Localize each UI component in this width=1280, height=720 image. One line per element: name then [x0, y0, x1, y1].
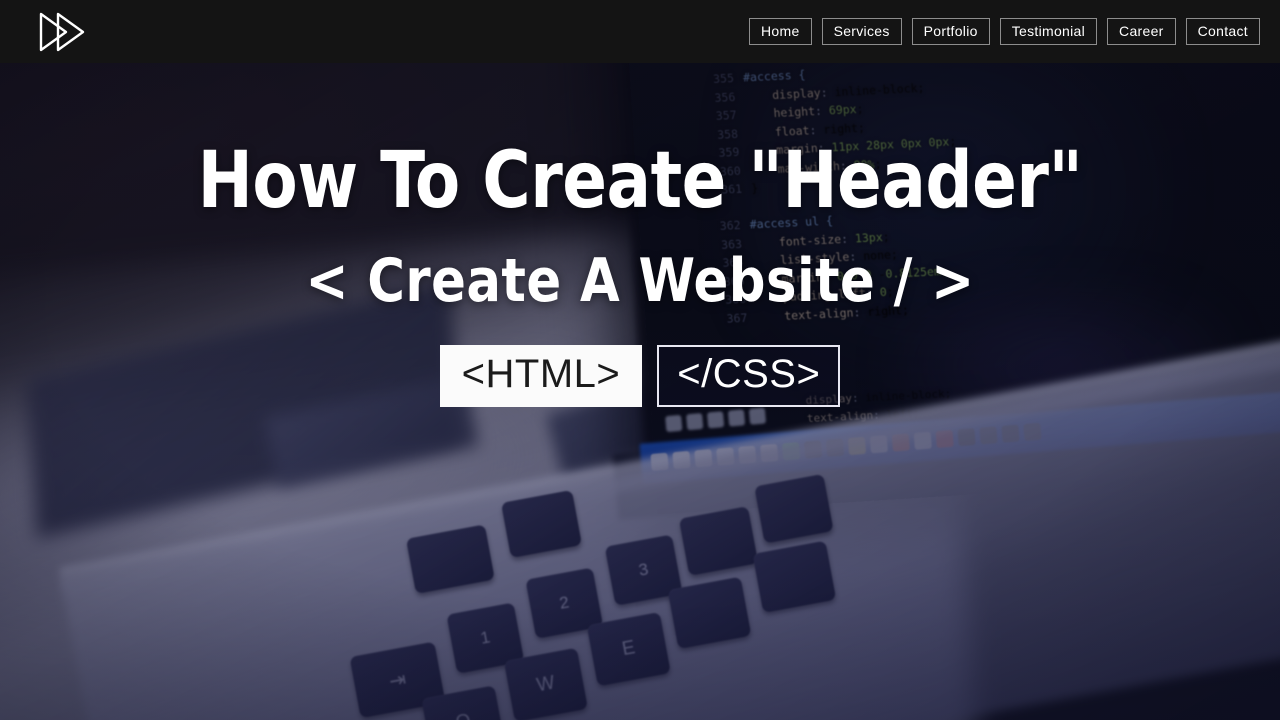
hero-section: How To Create "Header" < Create A Websit… [0, 63, 1280, 720]
nav-item-portfolio[interactable]: Portfolio [911, 18, 990, 45]
nav-item-contact[interactable]: Contact [1185, 18, 1260, 45]
main-navigation: Home Services Portfolio Testimonial Care… [749, 18, 1260, 45]
nav-item-testimonial[interactable]: Testimonial [999, 18, 1098, 45]
hero-buttons: <HTML> </CSS> [0, 345, 1280, 408]
site-header: Home Services Portfolio Testimonial Care… [0, 0, 1280, 63]
nav-item-home[interactable]: Home [749, 18, 812, 45]
nav-item-career[interactable]: Career [1107, 18, 1176, 45]
hero-subtitle: < Create A Website / > [305, 246, 975, 316]
hero-title: How To Create "Header" [197, 136, 1083, 226]
logo-double-play-icon[interactable] [36, 9, 92, 55]
page-root: 355#access {356 display: inline-block;35… [0, 0, 1280, 720]
css-button[interactable]: </CSS> [657, 345, 841, 408]
nav-item-services[interactable]: Services [821, 18, 902, 45]
html-button[interactable]: <HTML> [439, 345, 643, 408]
